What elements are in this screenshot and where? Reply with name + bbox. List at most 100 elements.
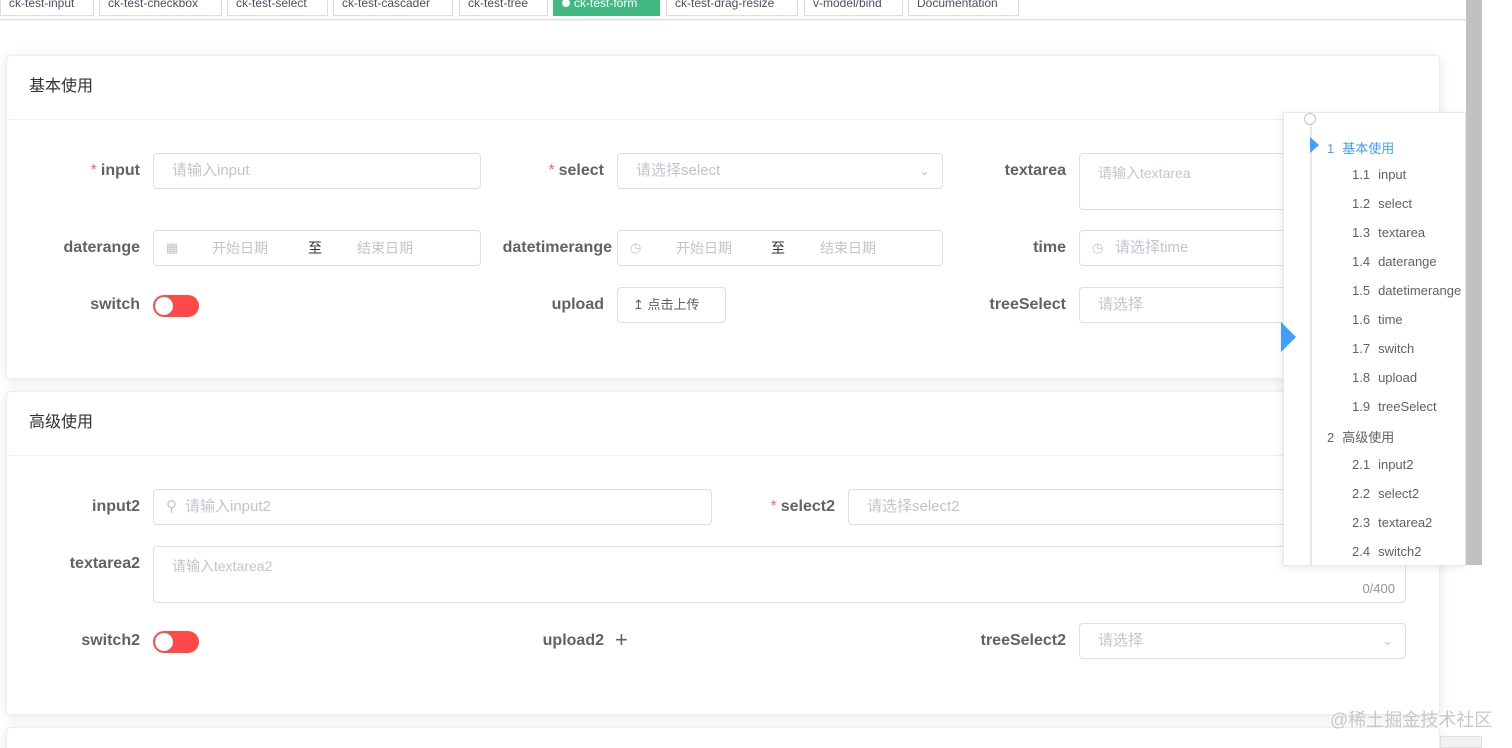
anchor-item-switch2[interactable]: 2.4 switch2 [1352, 544, 1421, 559]
anchor-item-input[interactable]: 1.1 input [1352, 167, 1406, 182]
tab-ck-test-input[interactable]: ck-test-input [0, 0, 94, 16]
anchor-item-textarea[interactable]: 1.3 textarea [1352, 225, 1425, 240]
treeselect-field[interactable]: 请选择 [1079, 287, 1289, 323]
treeselect2-label: treeSelect2 [980, 632, 1066, 649]
switch2-toggle[interactable] [153, 631, 199, 653]
anchor-label: input [1378, 167, 1407, 182]
anchor-num: 1.3 [1352, 225, 1371, 240]
anchor-label: treeSelect [1378, 399, 1437, 414]
tab-ck-test-select[interactable]: ck-test-select [227, 0, 328, 16]
anchor-label: textarea [1378, 225, 1426, 240]
treeselect-placeholder: 请选择 [1098, 296, 1144, 313]
anchor-num: 1.5 [1352, 283, 1371, 298]
page-scrollbar-track [1482, 0, 1512, 748]
anchor-label: time [1378, 312, 1403, 327]
tab-label: ck-test-form [574, 0, 638, 10]
daterange-end-placeholder: 结束日期 [357, 240, 413, 256]
select-placeholder: 请选择select [636, 162, 721, 179]
chevron-down-icon: ⌄ [919, 163, 930, 178]
anchor-label: switch2 [1378, 544, 1422, 559]
input2-field[interactable]: ⚲ 请输入input2 [153, 489, 712, 525]
anchor-item-upload[interactable]: 1.8 upload [1352, 370, 1417, 385]
tab-v-model-bind[interactable]: v-model/bind [804, 0, 903, 16]
input-label-text: input [100, 162, 140, 179]
treeselect2-field[interactable]: 请选择 ⌄ [1079, 623, 1406, 659]
backtop-button[interactable] [1440, 736, 1482, 748]
datetimerange-picker[interactable]: ◷ 开始日期 至 结束日期 [617, 230, 943, 266]
tab-ck-test-cascader[interactable]: ck-test-cascader [333, 0, 453, 16]
tab-ck-test-checkbox[interactable]: ck-test-checkbox [99, 0, 222, 16]
daterange-label: daterange [63, 239, 140, 256]
select2-placeholder: 请选择select2 [867, 498, 960, 515]
basic-usage-title: 基本使用 [7, 56, 1439, 120]
tags-view-bar: ck-test-input ck-test-checkbox ck-test-s… [0, 0, 1466, 20]
required-mark: * [90, 162, 97, 179]
upload-label: upload [551, 296, 604, 313]
switch-label: switch [90, 296, 140, 313]
tab-documentation[interactable]: Documentation [908, 0, 1019, 16]
daterange-separator: 至 [308, 240, 322, 256]
anchor-item-daterange[interactable]: 1.4 daterange [1352, 254, 1437, 269]
upload-button[interactable]: ↥ 点击上传 [617, 287, 726, 323]
anchor-num: 2.2 [1352, 486, 1371, 501]
anchor-num: 2 [1327, 430, 1335, 445]
anchor-label: select [1378, 196, 1413, 211]
textarea2-field[interactable]: 请输入textarea2 0/400 [153, 546, 1406, 603]
select-label-text: select [558, 162, 604, 179]
plus-icon[interactable]: + [615, 626, 628, 654]
upload2-label: upload2 [542, 632, 604, 649]
textarea-label: textarea [1004, 162, 1066, 179]
anchor-item-datetimerange[interactable]: 1.5 datetimerange [1352, 283, 1461, 298]
upload-button-label: 点击上传 [647, 297, 700, 312]
next-card [6, 727, 1440, 748]
tab-ck-test-drag-resize[interactable]: ck-test-drag-resize [666, 0, 798, 16]
anchor-label: datetimerange [1378, 283, 1462, 298]
active-dot-icon [562, 0, 570, 7]
switch2-label: switch2 [81, 632, 140, 649]
anchor-num: 1.1 [1352, 167, 1371, 182]
daterange-picker[interactable]: ▦ 开始日期 至 结束日期 [153, 230, 481, 266]
anchor-item-switch[interactable]: 1.7 switch [1352, 341, 1414, 356]
anchor-label: input2 [1378, 457, 1414, 472]
anchor-item-select2[interactable]: 2.2 select2 [1352, 486, 1419, 501]
input2-label: input2 [92, 498, 140, 515]
anchor-item-time[interactable]: 1.6 time [1352, 312, 1403, 327]
anchor-num: 1.8 [1352, 370, 1371, 385]
textarea2-placeholder: 请输入textarea2 [172, 558, 273, 574]
anchor-label: switch [1378, 341, 1415, 356]
time-placeholder: 请选择time [1115, 239, 1189, 256]
tab-ck-test-tree[interactable]: ck-test-tree [459, 0, 548, 16]
anchor-item-input2[interactable]: 2.1 input2 [1352, 457, 1414, 472]
anchor-num: 2.4 [1352, 544, 1371, 559]
anchor-item-textarea2[interactable]: 2.3 textarea2 [1352, 515, 1432, 530]
upload-icon: ↥ [633, 297, 644, 312]
textarea2-char-count: 0/400 [1362, 581, 1395, 596]
treeselect2-placeholder: 请选择 [1098, 632, 1144, 649]
textarea-field[interactable]: 请输入textarea [1079, 153, 1289, 210]
anchor-num: 1 [1327, 141, 1335, 156]
input-label: * input [60, 153, 140, 189]
anchor-collapse-toggle-icon[interactable] [1281, 322, 1296, 352]
page-scrollbar-thumb[interactable] [1466, 0, 1482, 565]
textarea-placeholder: 请输入textarea [1098, 165, 1191, 181]
chevron-down-icon: ⌄ [1382, 633, 1393, 648]
anchor-label: 高级使用 [1342, 430, 1395, 445]
select2-field[interactable]: 请选择select2 [848, 489, 1289, 525]
select-field[interactable]: 请选择select ⌄ [617, 153, 943, 189]
required-mark: * [548, 162, 555, 179]
select2-label: * select2 [740, 489, 836, 525]
anchor-item-treeselect[interactable]: 1.9 treeSelect [1352, 399, 1437, 414]
anchor-num: 2.3 [1352, 515, 1371, 530]
tab-ck-test-form[interactable]: ck-test-form [553, 0, 660, 16]
switch-toggle[interactable] [153, 295, 199, 317]
anchor-item-select[interactable]: 1.2 select [1352, 196, 1412, 211]
anchor-navigation: 1 基本使用 1.1 input 1.2 select 1.3 textarea 1.4… [1283, 112, 1466, 566]
calendar-icon: ▦ [166, 240, 179, 255]
input-field[interactable]: 请输入input [153, 153, 481, 189]
time-picker[interactable]: ◷ 请选择time [1079, 230, 1289, 266]
anchor-num: 1.6 [1352, 312, 1371, 327]
anchor-circle-icon [1304, 113, 1316, 125]
anchor-item-advanced[interactable]: 2 高级使用 [1327, 427, 1394, 446]
anchor-item-basic[interactable]: 1 基本使用 [1327, 138, 1394, 157]
anchor-active-marker-icon [1310, 137, 1319, 153]
